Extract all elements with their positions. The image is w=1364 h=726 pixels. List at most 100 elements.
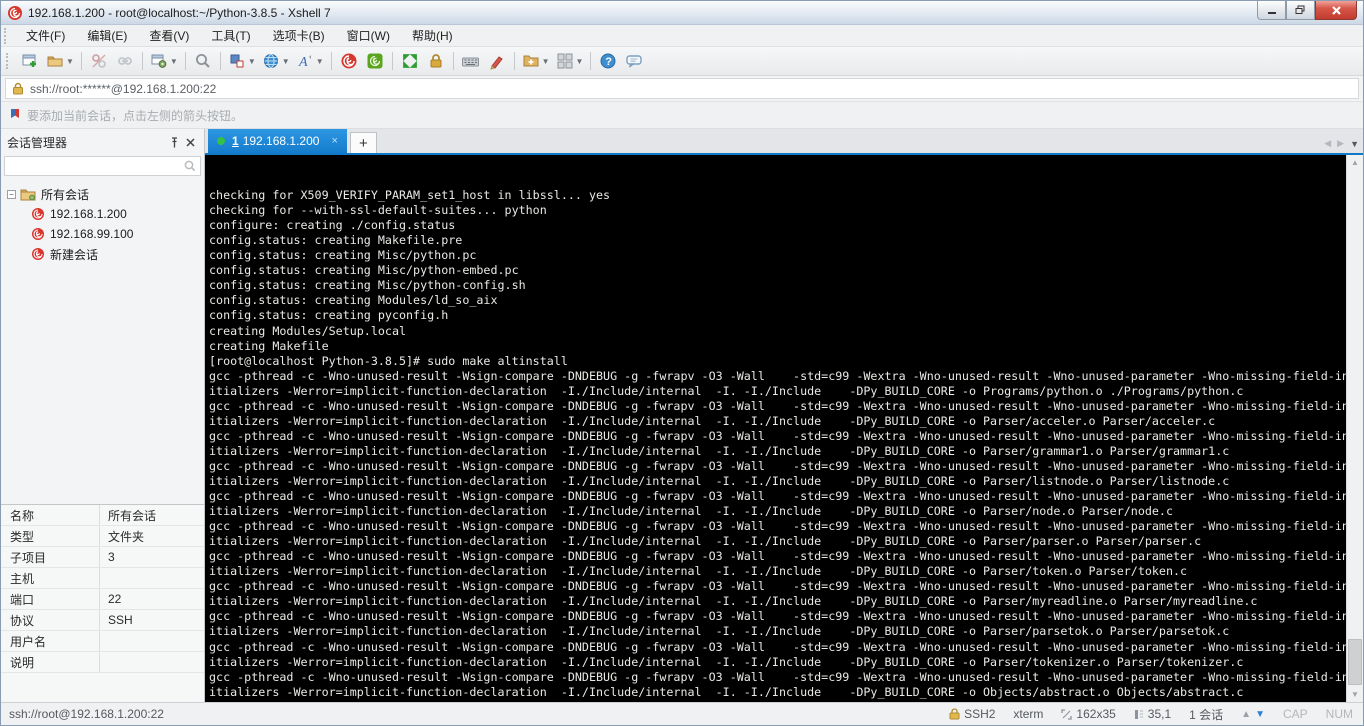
scrollbar-up-icon[interactable]: ▲ (1347, 155, 1363, 170)
session-properties-button[interactable]: ▼ (148, 49, 180, 73)
xshell-session-icon (31, 207, 45, 221)
download-arrow-icon[interactable]: ▼ (1255, 709, 1265, 720)
fullscreen-button[interactable] (398, 49, 422, 73)
tab-list-caret-icon[interactable]: ▼ (1350, 139, 1359, 149)
disconnect-button[interactable] (87, 49, 111, 73)
terminal-scrollbar[interactable]: ▲ ▼ (1346, 155, 1363, 702)
session-properties-caret-icon[interactable]: ▼ (170, 57, 178, 66)
tile-windows-button[interactable]: ▼ (554, 49, 586, 73)
minimize-button[interactable] (1257, 1, 1286, 20)
toolbar-drag-handle[interactable] (6, 53, 11, 69)
toolbar-separator (141, 52, 143, 70)
menu-item-2[interactable]: 查看(V) (138, 25, 200, 46)
property-label: 类型 (10, 529, 35, 544)
terminal-line: gcc -pthread -c -Wno-unused-result -Wsig… (209, 549, 1346, 564)
web-button[interactable]: ▼ (260, 49, 292, 73)
toolbar-separator (452, 52, 454, 70)
search-icon[interactable] (183, 159, 197, 173)
terminal-line: checking for --with-ssl-default-suites..… (209, 203, 547, 218)
pin-icon[interactable] (166, 134, 182, 150)
tree-session-item[interactable]: 192.168.99.100 (1, 224, 204, 244)
toolbar-separator (590, 52, 592, 70)
property-row: 子项目 3 (1, 547, 204, 568)
restore-button[interactable] (1286, 1, 1315, 20)
flag-icon[interactable] (9, 108, 21, 122)
help-button[interactable]: ? (596, 49, 620, 73)
menu-item-6[interactable]: 帮助(H) (401, 25, 464, 46)
new-session-button[interactable] (18, 49, 42, 73)
xshell-icon-button[interactable] (337, 49, 361, 73)
menu-item-1[interactable]: 编辑(E) (76, 25, 138, 46)
virtual-keyboard-button[interactable] (459, 49, 483, 73)
terminal-line: config.status: creating Makefile.pre (209, 233, 463, 248)
new-file-button[interactable]: ▼ (520, 49, 552, 73)
property-label: 端口 (10, 592, 35, 607)
session-label: 192.168.1.200 (50, 207, 127, 221)
new-file-caret-icon[interactable]: ▼ (542, 57, 550, 66)
font-button[interactable]: A ▼ (294, 49, 326, 73)
new-tab-button[interactable]: + (349, 132, 377, 153)
lock-button[interactable] (424, 49, 448, 73)
status-transfer-arrows[interactable]: ▲ ▼ (1232, 709, 1274, 720)
svg-text:A: A (298, 55, 308, 70)
status-terminal-type[interactable]: xterm (1004, 707, 1052, 721)
toolbar: ▼ ▼ ▼ ▼ A ▼ ▼ ▼ ? (1, 47, 1363, 76)
terminal-line: gcc -pthread -c -Wno-unused-result -Wsig… (209, 458, 1346, 473)
address-bar: ssh://root:******@192.168.1.200:22 (1, 76, 1363, 102)
svg-text:?: ? (606, 56, 613, 68)
highlighter-button[interactable] (485, 49, 509, 73)
tree-children: 192.168.1.200 192.168.99.100 新建会话 (1, 204, 204, 264)
terminal-line: gcc -pthread -c -Wno-unused-result -Wsig… (209, 368, 1346, 383)
property-value (99, 652, 204, 672)
session-search-input[interactable] (5, 158, 183, 174)
layout-caret-icon[interactable]: ▼ (248, 57, 256, 66)
font-caret-icon[interactable]: ▼ (316, 57, 324, 66)
menu-item-5[interactable]: 窗口(W) (336, 25, 401, 46)
find-button[interactable] (191, 49, 215, 73)
tree-session-item[interactable]: 192.168.1.200 (1, 204, 204, 224)
tree-session-item[interactable]: 新建会话 (1, 244, 204, 264)
tab-connected-dot-icon (217, 137, 225, 145)
info-bar-text: 要添加当前会话，点击左侧的箭头按钮。 (27, 108, 244, 123)
open-session-button[interactable]: ▼ (44, 49, 76, 73)
terminal-line: creating Modules/Setup.local (209, 323, 407, 338)
menu-item-3[interactable]: 工具(T) (200, 25, 261, 46)
feedback-button[interactable] (622, 49, 646, 73)
xshell-session-icon (31, 247, 45, 261)
expander-icon[interactable]: − (7, 189, 16, 199)
property-value: 所有会话 (99, 505, 204, 525)
open-session-caret-icon[interactable]: ▼ (66, 57, 74, 66)
upload-arrow-icon[interactable]: ▲ (1241, 709, 1251, 720)
session-manager-title: 会话管理器 (7, 135, 68, 150)
tile-windows-caret-icon[interactable]: ▼ (576, 57, 584, 66)
tab-close-icon[interactable]: × (331, 135, 337, 147)
tab-session-192-168-1-200[interactable]: 1 192.168.1.200 × (208, 129, 347, 153)
scrollbar-down-icon[interactable]: ▼ (1347, 687, 1363, 702)
property-label: 名称 (10, 508, 35, 523)
web-caret-icon[interactable]: ▼ (282, 57, 290, 66)
menu-item-0[interactable]: 文件(F) (15, 25, 76, 46)
terminal-line: gcc -pthread -c -Wno-unused-result -Wsig… (209, 489, 1346, 504)
tab-scroll-left-icon[interactable]: ◀ (1324, 138, 1331, 149)
menu-bar: 文件(F) 编辑(E) 查看(V) 工具(T) 选项卡(B) 窗口(W) 帮助(H) (1, 25, 1363, 47)
window-title: 192.168.1.200 - root@localhost:~/Python-… (28, 5, 331, 20)
close-button[interactable] (1315, 1, 1357, 20)
toolbar-separator (80, 52, 82, 70)
session-search-box (4, 156, 201, 176)
tree-root-all-sessions[interactable]: − 所有会话 (1, 184, 204, 204)
menu-item-4[interactable]: 选项卡(B) (262, 25, 336, 46)
status-bar: ssh://root@192.168.1.200:22 SSH2 xterm 1… (1, 702, 1363, 725)
layout-button[interactable]: ▼ (226, 49, 258, 73)
terminal-screen[interactable]: checking for X509_VERIFY_PARAM_set1_host… (205, 155, 1346, 702)
scrollbar-thumb[interactable] (1348, 639, 1362, 685)
status-protocol: SSH2 (940, 707, 1004, 721)
panel-close-icon[interactable] (182, 134, 198, 150)
address-input[interactable]: ssh://root:******@192.168.1.200:22 (5, 78, 1359, 99)
reconnect-button[interactable] (113, 49, 137, 73)
tab-scroll-right-icon[interactable]: ▶ (1337, 138, 1344, 149)
xftp-icon-button[interactable] (363, 49, 387, 73)
menubar-drag-handle[interactable] (4, 27, 9, 44)
property-value: 22 (99, 589, 204, 609)
terminal-line: itializers -Werror=implicit-function-dec… (209, 413, 1216, 428)
property-label: 用户名 (10, 634, 47, 649)
